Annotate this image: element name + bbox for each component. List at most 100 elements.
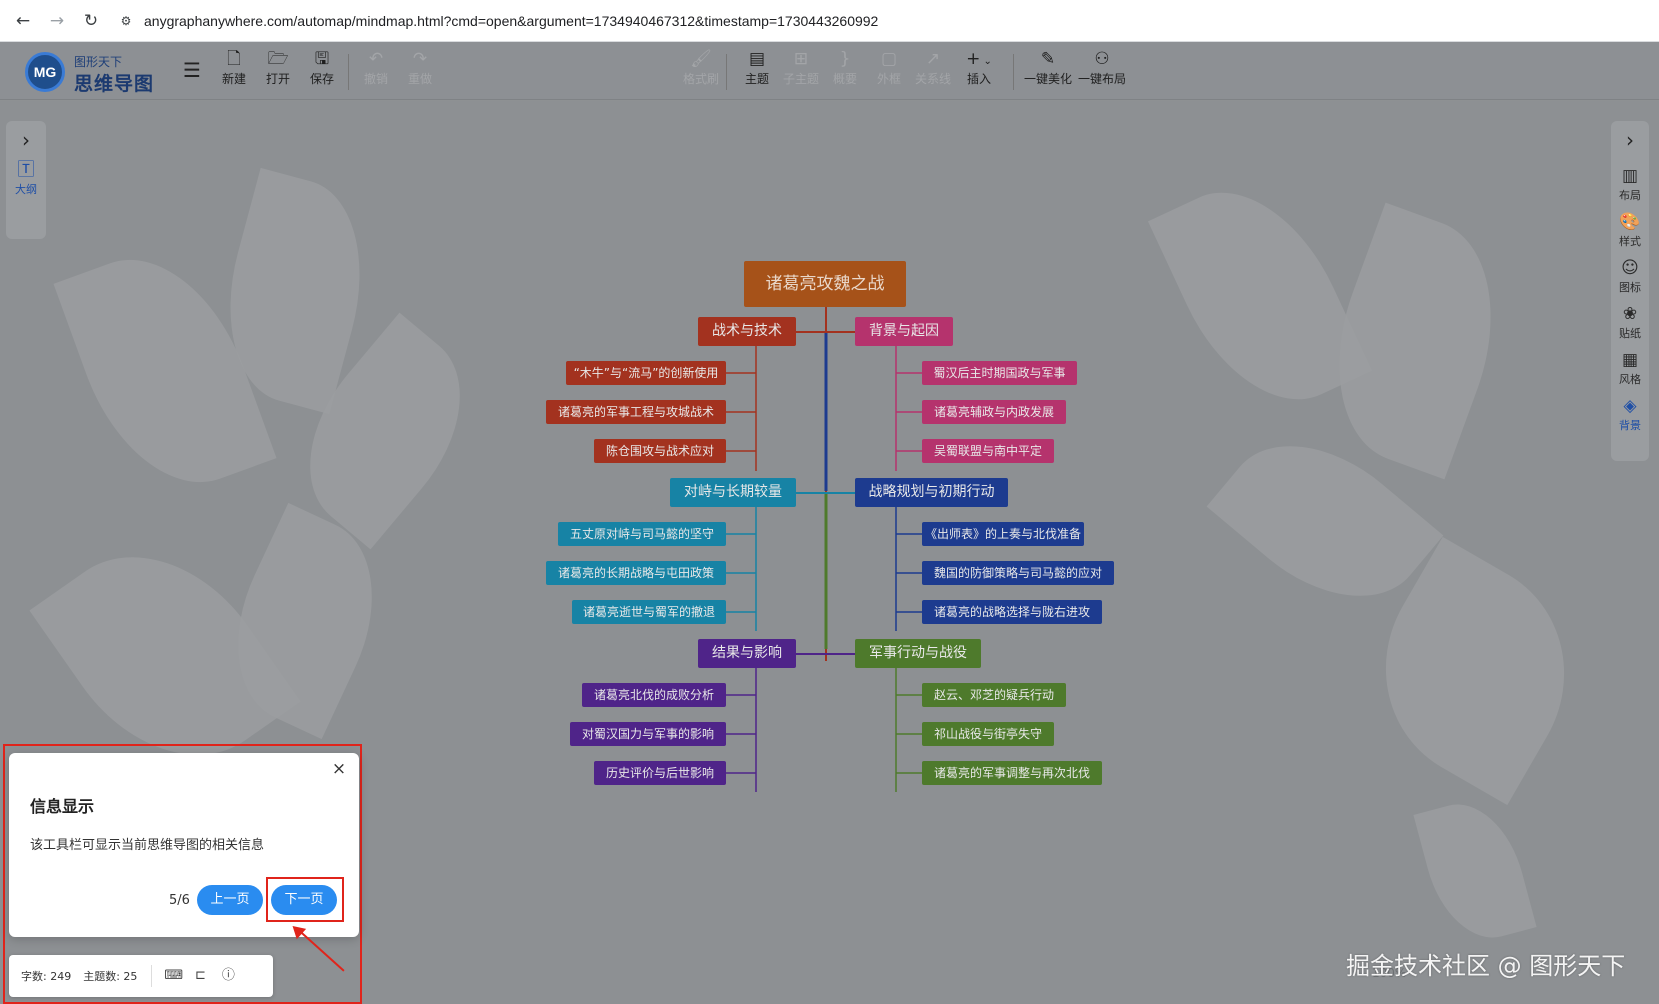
- new-button[interactable]: 🗋 新建: [214, 48, 254, 94]
- subtopic[interactable]: 诸葛亮北伐的成败分析: [582, 683, 726, 707]
- theme-style-tab[interactable]: ▦ 风格: [1611, 349, 1649, 387]
- new-file-icon: 🗋: [227, 49, 241, 69]
- branch-topic[interactable]: 战略规划与初期行动: [855, 478, 1008, 507]
- subtopic[interactable]: 《出师表》的上奏与北伐准备: [922, 522, 1084, 546]
- auto-layout-button[interactable]: ⚇ 一键布局: [1074, 48, 1130, 94]
- undo-button[interactable]: ↶ 撤销: [356, 48, 396, 94]
- child-connector: [726, 507, 757, 631]
- relation-button[interactable]: ↗ 关系线: [913, 48, 953, 94]
- branch-topic[interactable]: 背景与起因: [855, 317, 953, 346]
- info-statusbar: 字数: 249 主题数: 25 ⌨ ⊏ ⓘ: [9, 955, 273, 997]
- sticker-tab[interactable]: ❀ 贴纸: [1611, 303, 1649, 341]
- redo-icon: ↷: [412, 49, 428, 69]
- palette-icon: 🎨: [1619, 212, 1641, 232]
- subtopic[interactable]: 诸葛亮逝世与蜀军的撤退: [572, 600, 726, 624]
- branch-topic[interactable]: 结果与影响: [698, 639, 796, 668]
- menu-icon[interactable]: ☰: [180, 58, 204, 82]
- redo-button[interactable]: ↷ 重做: [400, 48, 440, 94]
- browser-bar: ← → ↻ ⚙ anygraphanywhere.com/automap/min…: [0, 0, 1659, 42]
- tooltip-description: 该工具栏可显示当前思维导图的相关信息: [30, 838, 265, 853]
- save-button[interactable]: 🖫 保存: [302, 48, 342, 94]
- logo-big-text: 思维导图: [74, 73, 155, 95]
- subtopic[interactable]: 吴蜀联盟与南中平定: [922, 439, 1054, 463]
- grid-icon: ▦: [1621, 350, 1639, 370]
- subtopic[interactable]: 历史评价与后世影响: [594, 761, 726, 785]
- text-box-icon: 🅃: [17, 160, 35, 180]
- logo-small-text: 图形天下: [74, 55, 123, 69]
- back-icon[interactable]: ←: [12, 10, 34, 32]
- child-connector: [895, 668, 922, 792]
- address-bar[interactable]: anygraphanywhere.com/automap/mindmap.htm…: [144, 13, 878, 29]
- insert-button[interactable]: + ⌄ 插入: [959, 48, 999, 94]
- subtopic[interactable]: 诸葛亮辅政与内政发展: [922, 400, 1066, 424]
- subtopic[interactable]: 魏国的防御策略与司马懿的应对: [922, 561, 1114, 585]
- branch-topic[interactable]: 战术与技术: [698, 317, 796, 346]
- layout-icon: ⚇: [1094, 49, 1110, 69]
- subtopic[interactable]: 诸葛亮的长期战略与屯田政策: [546, 561, 726, 585]
- subtopic[interactable]: 对蜀汉国力与军事的影响: [570, 722, 726, 746]
- word-count: 字数: 249: [21, 970, 72, 983]
- logo-mark: MG: [25, 52, 65, 92]
- layout-panel-icon: ▥: [1621, 166, 1639, 186]
- icon-tab[interactable]: ☺ 图标: [1611, 257, 1649, 295]
- open-button[interactable]: 🗁 打开: [258, 48, 298, 94]
- summary-icon: }: [839, 49, 851, 69]
- toolbar-divider: [726, 54, 727, 90]
- summary-button[interactable]: } 概要: [825, 48, 865, 94]
- toolbar-divider: [1013, 54, 1014, 90]
- info-icon[interactable]: ⓘ: [220, 968, 236, 984]
- subtopic[interactable]: 陈仓围攻与战术应对: [594, 439, 726, 463]
- left-side-panel: › 🅃 大纲: [6, 121, 46, 239]
- subtopic[interactable]: 诸葛亮的军事工程与攻城战术: [546, 400, 726, 424]
- keyboard-icon[interactable]: ⌨: [164, 968, 183, 984]
- forward-icon[interactable]: →: [46, 10, 68, 32]
- brush-icon: 🖌: [690, 49, 712, 69]
- plus-icon: + ⌄: [966, 49, 992, 69]
- layers-icon: ◈: [1623, 396, 1637, 416]
- subtopic[interactable]: “木牛”与“流马”的创新使用: [566, 361, 726, 385]
- boundary-button[interactable]: ▢ 外框: [869, 48, 909, 94]
- subtopic-icon: ⊞: [793, 49, 809, 69]
- subtopic[interactable]: 诸葛亮的军事调整与再次北伐: [922, 761, 1102, 785]
- chevron-right-icon[interactable]: ›: [6, 121, 46, 159]
- subtopic[interactable]: 诸葛亮的战略选择与陇右进攻: [922, 600, 1102, 624]
- logo: MG 图形天下 思维导图: [25, 50, 155, 95]
- subtopic[interactable]: 祁山战役与街亭失守: [922, 722, 1054, 746]
- subtopic[interactable]: 赵云、邓芝的疑兵行动: [922, 683, 1066, 707]
- child-connector: [726, 668, 757, 792]
- boundary-icon: ▢: [880, 49, 898, 69]
- format-brush-button[interactable]: 🖌 格式刷: [681, 48, 721, 94]
- child-connector: [895, 346, 922, 471]
- child-connector: [726, 346, 757, 471]
- chevron-right-icon[interactable]: ›: [1611, 121, 1649, 159]
- close-icon[interactable]: ×: [329, 759, 349, 779]
- app-toolbar: MG 图形天下 思维导图 ☰ 🗋 新建 🗁 打开 🖫 保存 ↶ 撤销 ↷ 重做 🖌 格式刷 …: [0, 42, 1659, 100]
- subtopic[interactable]: 蜀汉后主时期国政与军事: [922, 361, 1077, 385]
- topic-count: 主题数: 25: [83, 970, 138, 983]
- branch-topic[interactable]: 对峙与长期较量: [670, 478, 796, 507]
- outline-tab[interactable]: 🅃 大纲: [6, 159, 46, 197]
- background-tab[interactable]: ◈ 背景: [1611, 395, 1649, 433]
- next-button-highlight: [266, 877, 344, 922]
- root-topic[interactable]: 诸葛亮攻魏之战: [744, 261, 906, 307]
- smiley-icon: ☺: [1621, 258, 1639, 278]
- divider: [151, 965, 153, 987]
- toolbar-divider: [348, 54, 349, 90]
- tooltip-title: 信息显示: [30, 797, 95, 816]
- site-settings-icon[interactable]: ⚙: [116, 11, 136, 31]
- subtopic[interactable]: 五丈原对峙与司马懿的坚守: [558, 522, 726, 546]
- page-indicator: 5/6: [169, 893, 190, 908]
- save-icon: 🖫: [314, 49, 330, 69]
- folder-icon: 🗁: [267, 49, 289, 69]
- reload-icon[interactable]: ↻: [80, 10, 102, 32]
- prev-page-button[interactable]: 上一页: [197, 885, 263, 915]
- chevron-down-icon: ⌄: [980, 56, 992, 67]
- subtopic-button[interactable]: ⊞ 子主题: [781, 48, 821, 94]
- layout-tab[interactable]: ▥ 布局: [1611, 165, 1649, 203]
- beautify-button[interactable]: ✎ 一键美化: [1020, 48, 1076, 94]
- right-side-panel: › ▥ 布局 🎨 样式 ☺ 图标 ❀ 贴纸 ▦ 风格 ◈ 背景: [1611, 121, 1649, 461]
- topic-button[interactable]: ▤ 主题: [737, 48, 777, 94]
- ruler-icon[interactable]: ⊏: [192, 968, 208, 984]
- branch-topic[interactable]: 军事行动与战役: [855, 639, 981, 668]
- style-tab[interactable]: 🎨 样式: [1611, 211, 1649, 249]
